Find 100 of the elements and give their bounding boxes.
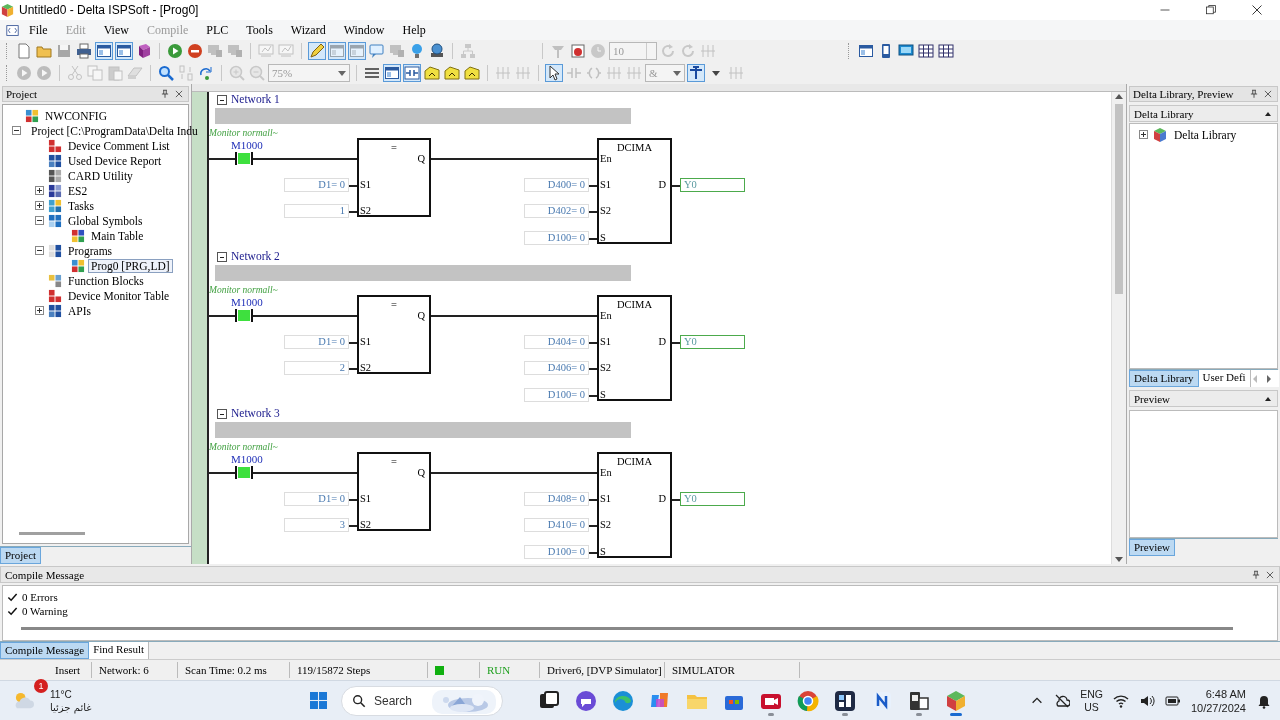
- note-button[interactable]: [423, 64, 441, 82]
- windows-icon[interactable]: [310, 692, 327, 709]
- operand-field[interactable]: D100= 0: [524, 231, 589, 245]
- tree-item[interactable]: ES2: [65, 183, 91, 198]
- operand-field[interactable]: D406= 0: [524, 361, 589, 375]
- expand-icon[interactable]: [34, 201, 44, 210]
- menu-item[interactable]: View: [93, 22, 137, 38]
- panel-tab[interactable]: Delta Library: [1129, 370, 1199, 387]
- contact[interactable]: [235, 152, 253, 165]
- right-arrow-icon[interactable]: [1264, 373, 1273, 384]
- menu-item[interactable]: File: [19, 22, 56, 38]
- operand-field[interactable]: D404= 0: [524, 335, 589, 349]
- search-field[interactable]: Search: [374, 693, 422, 708]
- pointer-button[interactable]: [545, 64, 563, 82]
- menu-item[interactable]: Wizard: [280, 22, 334, 38]
- contact[interactable]: [235, 309, 253, 322]
- grid-button[interactable]: [937, 42, 955, 60]
- collapse-icon[interactable]: [34, 216, 44, 225]
- menu-item[interactable]: Window: [333, 22, 393, 38]
- operand-field[interactable]: 3: [284, 518, 349, 532]
- panel-title: Delta Library, Preview: [1133, 88, 1234, 100]
- tree-item[interactable]: Device Comment List: [65, 138, 173, 153]
- tree-item[interactable]: Used Device Report: [65, 153, 165, 168]
- tree-item[interactable]: Delta Library: [1171, 127, 1240, 142]
- close-icon[interactable]: [1251, 4, 1263, 16]
- play-button[interactable]: [166, 42, 184, 60]
- scrollbar[interactable]: [1111, 92, 1126, 564]
- operand-field[interactable]: 1: [284, 204, 349, 218]
- collapse-icon[interactable]: [217, 95, 227, 105]
- window-button[interactable]: [95, 42, 113, 60]
- window-button[interactable]: [115, 42, 133, 60]
- search-button[interactable]: [157, 64, 175, 82]
- tree-item[interactable]: Device Monitor Table: [65, 288, 173, 303]
- tree-item[interactable]: CARD Utility: [65, 168, 136, 183]
- operand-field[interactable]: D100= 0: [524, 388, 589, 402]
- collapse-icon[interactable]: [217, 409, 227, 419]
- collapse-icon[interactable]: [11, 126, 21, 135]
- language-indicator[interactable]: ENG US: [1080, 687, 1103, 714]
- operand-field[interactable]: D1= 0: [284, 492, 349, 506]
- grid-button[interactable]: [917, 42, 935, 60]
- panel-tab[interactable]: Find Result: [89, 642, 150, 659]
- menu-item[interactable]: PLC: [196, 22, 237, 38]
- collapse-icon[interactable]: [34, 246, 44, 255]
- menu-item[interactable]: Help: [392, 22, 434, 38]
- arrow-button[interactable]: [687, 64, 705, 82]
- operand-field[interactable]: D1= 0: [284, 178, 349, 192]
- pin-icon[interactable]: [160, 89, 170, 99]
- panel-tab[interactable]: Compile Message: [0, 642, 90, 659]
- operand-field[interactable]: D410= 0: [524, 518, 589, 532]
- operand-field[interactable]: D100= 0: [524, 545, 589, 559]
- contact[interactable]: [235, 466, 253, 479]
- panel-tab[interactable]: User Defi: [1198, 370, 1251, 387]
- instruction-block[interactable]: DCIMA En S1 S2 S D: [597, 295, 672, 401]
- tree-item[interactable]: Global Symbols: [65, 213, 146, 228]
- tree-item[interactable]: Programs: [65, 243, 116, 258]
- note-button[interactable]: [463, 64, 481, 82]
- expand-icon[interactable]: [34, 186, 44, 195]
- instruction-block[interactable]: DCIMA En S1 S2 S D: [597, 452, 672, 558]
- window-button[interactable]: [857, 42, 875, 60]
- operand-field[interactable]: D402= 0: [524, 204, 589, 218]
- compare-block[interactable]: = Q S1 S2: [357, 138, 431, 217]
- panel-tab[interactable]: Preview: [1129, 539, 1176, 556]
- globe-button[interactable]: [428, 42, 446, 60]
- redo-button[interactable]: [197, 64, 215, 82]
- close-icon[interactable]: [1265, 569, 1275, 580]
- tree-item[interactable]: Function Blocks: [65, 273, 147, 288]
- panel-tab[interactable]: Project: [0, 547, 42, 564]
- pin-icon[interactable]: [1251, 569, 1261, 580]
- collapse-icon[interactable]: [217, 252, 227, 262]
- ladder-window-button[interactable]: [403, 64, 421, 82]
- stop-button[interactable]: [186, 42, 204, 60]
- tree-item[interactable]: Prog0 [PRG,LD]: [88, 258, 173, 273]
- pin-icon[interactable]: [1249, 89, 1259, 99]
- operand-field[interactable]: D1= 0: [284, 335, 349, 349]
- operand-field[interactable]: 2: [284, 361, 349, 375]
- menu-item[interactable]: Tools: [236, 22, 281, 38]
- scrollbar[interactable]: [21, 627, 1233, 630]
- tree-item[interactable]: NWCONFIG: [42, 108, 110, 123]
- pencil-button[interactable]: [308, 42, 326, 60]
- tree-item[interactable]: Tasks: [65, 198, 98, 213]
- compare-block[interactable]: = Q S1 S2: [357, 452, 431, 531]
- tree-item[interactable]: APIs: [65, 303, 94, 318]
- tree-item[interactable]: Main Table: [88, 228, 147, 243]
- operand-field[interactable]: D408= 0: [524, 492, 589, 506]
- note-button[interactable]: [443, 64, 461, 82]
- close-icon[interactable]: [1263, 89, 1273, 99]
- cloud-off-icon[interactable]: [1054, 692, 1071, 709]
- tree-item[interactable]: Project [C:\ProgramData\Delta Indu: [28, 123, 201, 138]
- expand-icon[interactable]: [1138, 130, 1148, 139]
- close-icon[interactable]: [174, 89, 184, 99]
- printer-button[interactable]: [75, 42, 93, 60]
- compare-block[interactable]: = Q S1 S2: [357, 295, 431, 374]
- window-button[interactable]: [383, 64, 401, 82]
- expand-icon[interactable]: [34, 306, 44, 315]
- restore-icon[interactable]: [1205, 4, 1217, 16]
- instruction-block[interactable]: DCIMA En S1 S2 S D: [597, 138, 672, 244]
- scrollbar[interactable]: [19, 532, 85, 535]
- program-icon[interactable]: [6, 23, 19, 37]
- operand-field[interactable]: D400= 0: [524, 178, 589, 192]
- clock[interactable]: 6:48 AM 10/27/2024: [1190, 686, 1246, 715]
